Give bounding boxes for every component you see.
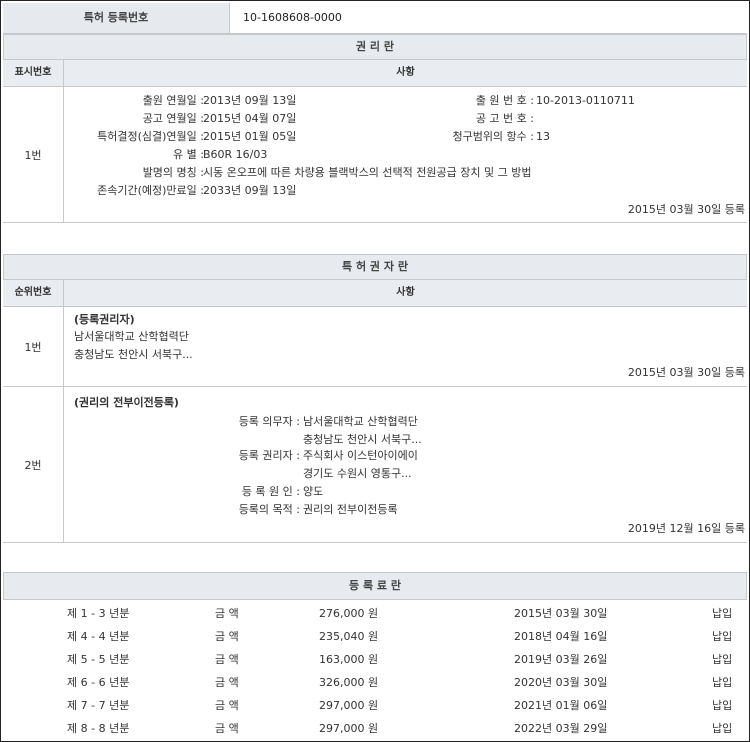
fee-amount: 297,000 원	[319, 699, 379, 712]
holder-address: 충청남도 천안시 서북구...	[74, 348, 193, 361]
filing-number-label: 출 원 번 호 :	[475, 94, 534, 107]
fee-payment-date: 2019년 03월 26일	[514, 653, 608, 666]
fee-year-range: 제 1 - 3 년분	[67, 607, 130, 620]
patent-reg-number-value: 10-1608608-0000	[243, 11, 342, 24]
fee-status: 납입	[712, 653, 733, 666]
holders-row-1-content: (등록권리자) 남서울대학교 산학협력단 충청남도 천안시 서북구... 201…	[64, 307, 747, 386]
registration-purpose-label: 등록의 목적 :	[238, 503, 300, 516]
expiry-date-label: 존속기간(예정)만료일 :	[97, 184, 204, 197]
transfer-registration-stamp: 2019년 12월 16일 등록	[627, 522, 745, 535]
holder-name: 남서울대학교 산학협력단	[74, 330, 189, 343]
transfer-heading: (권리의 전부이전등록)	[74, 396, 179, 409]
patent-reg-number-label: 특허 등록번호	[3, 3, 230, 33]
filing-date-label: 출원 연월일 :	[142, 94, 204, 107]
fee-amount-label: 금 액	[215, 722, 239, 735]
fee-amount-label: 금 액	[215, 630, 239, 643]
new-holder-name: 주식회사 이스턴아이에이	[303, 449, 418, 462]
rights-section-title: 권 리 란	[3, 34, 747, 60]
classification-value: B60R 16/03	[203, 148, 268, 161]
rights-row-content: 출원 연월일 : 2013년 09월 13일 출 원 번 호 : 10-2013…	[64, 87, 747, 222]
fee-amount: 163,000 원	[319, 653, 379, 666]
fee-amount-label: 금 액	[215, 653, 239, 666]
fee-amount: 297,000 원	[319, 722, 379, 735]
decision-date-label: 특허결정(심결)연월일 :	[97, 130, 204, 143]
fee-payment-date: 2021년 01월 06일	[514, 699, 608, 712]
fee-amount-label: 금 액	[215, 607, 239, 620]
holders-col-matter: 사항	[64, 280, 747, 306]
rights-col-matter: 사항	[64, 60, 747, 86]
claims-count-value: 13	[536, 130, 550, 143]
fee-year-range: 제 8 - 8 년분	[67, 722, 130, 735]
registration-cause-value: 양도	[303, 485, 324, 498]
obligor-address: 충청남도 천안시 서북구...	[303, 433, 422, 446]
filing-number-value: 10-2013-0110711	[536, 94, 635, 107]
patent-register-panel: 특허 등록번호 10-1608608-0000 권 리 란 표시번호 사항 1번…	[0, 0, 750, 742]
holders-row-2: 2번 (권리의 전부이전등록) 등록 의무자 : 남서울대학교 산학협력단 충청…	[3, 387, 747, 543]
holders-row-2-content: (권리의 전부이전등록) 등록 의무자 : 남서울대학교 산학협력단 충청남도 …	[64, 387, 747, 542]
registration-cause-label: 등 록 원 인 :	[241, 485, 300, 498]
fee-payment-date: 2018년 04월 16일	[514, 630, 608, 643]
holders-col-index: 순위번호	[3, 280, 64, 306]
rights-col-index: 표시번호	[3, 60, 64, 86]
registration-purpose-value: 권리의 전부이전등록	[303, 503, 398, 516]
classification-label: 유 별 :	[173, 148, 204, 161]
holders-row-number: 1번	[3, 307, 64, 386]
fee-amount: 276,000 원	[319, 607, 379, 620]
holders-section-title: 특 허 권 자 란	[3, 254, 747, 280]
publication-date-value: 2015년 04월 07일	[203, 112, 297, 125]
claims-count-label: 청구범위의 항수 :	[452, 130, 534, 143]
new-holder-label: 등록 권리자 :	[238, 449, 300, 462]
fee-status: 납입	[712, 699, 733, 712]
obligor-label: 등록 의무자 :	[238, 415, 300, 428]
fee-year-range: 제 4 - 4 년분	[67, 630, 130, 643]
holders-table-header: 순위번호 사항	[3, 280, 747, 307]
fee-status: 납입	[712, 676, 733, 689]
fee-amount-label: 금 액	[215, 676, 239, 689]
fee-year-range: 제 7 - 7 년분	[67, 699, 130, 712]
holder-heading: (등록권리자)	[74, 313, 135, 326]
fee-payment-date: 2022년 03월 29일	[514, 722, 608, 735]
publication-date-label: 공고 연월일 :	[142, 112, 204, 125]
filing-date-value: 2013년 09월 13일	[203, 94, 297, 107]
rights-row-number: 1번	[3, 87, 64, 222]
fee-year-range: 제 6 - 6 년분	[67, 676, 130, 689]
fee-status: 납입	[712, 630, 733, 643]
patent-reg-number-row: 특허 등록번호 10-1608608-0000	[3, 3, 747, 34]
publication-number-label: 공 고 번 호 :	[475, 112, 534, 125]
holders-row-1: 1번 (등록권리자) 남서울대학교 산학협력단 충청남도 천안시 서북구... …	[3, 307, 747, 387]
holders-row-number: 2번	[3, 387, 64, 542]
fees-section-title: 등 록 료 란	[3, 572, 747, 600]
rights-table-header: 표시번호 사항	[3, 60, 747, 87]
fee-amount-label: 금 액	[215, 699, 239, 712]
rights-row-1: 1번 출원 연월일 : 2013년 09월 13일 출 원 번 호 : 10-2…	[3, 87, 747, 223]
expiry-date-value: 2033년 09월 13일	[203, 184, 297, 197]
fee-amount: 326,000 원	[319, 676, 379, 689]
decision-date-value: 2015년 01월 05일	[203, 130, 297, 143]
fee-status: 납입	[712, 722, 733, 735]
invention-title-value: 시동 온오프에 따른 차량용 블랙박스의 선택적 전원공급 장치 및 그 방법	[203, 166, 532, 179]
new-holder-address: 경기도 수원시 영통구...	[303, 467, 412, 480]
rights-registration-stamp: 2015년 03월 30일 등록	[627, 203, 745, 216]
fee-year-range: 제 5 - 5 년분	[67, 653, 130, 666]
fee-payment-date: 2015년 03월 30일	[514, 607, 608, 620]
invention-title-label: 발명의 명칭 :	[142, 166, 204, 179]
obligor-name: 남서울대학교 산학협력단	[303, 415, 418, 428]
fee-payment-date: 2020년 03월 30일	[514, 676, 608, 689]
holder-registration-stamp: 2015년 03월 30일 등록	[627, 366, 745, 379]
fee-status: 납입	[712, 607, 733, 620]
fee-amount: 235,040 원	[319, 630, 379, 643]
